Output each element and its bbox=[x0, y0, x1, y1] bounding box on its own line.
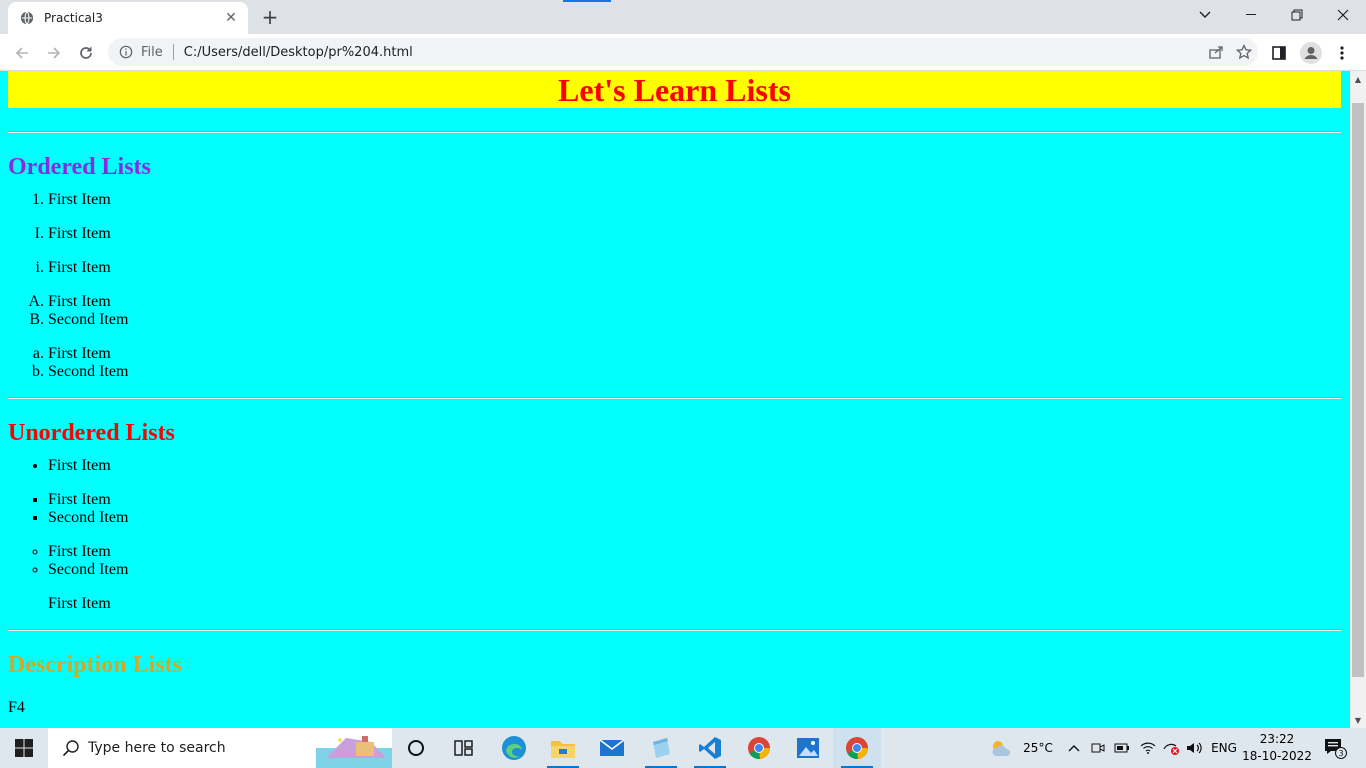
photos-icon[interactable] bbox=[784, 728, 832, 768]
page-viewport: Let's Learn Lists Ordered Lists First It… bbox=[0, 71, 1350, 728]
minimize-icon[interactable] bbox=[1228, 0, 1274, 30]
notification-center-icon[interactable]: 3 bbox=[1318, 728, 1352, 768]
close-window-icon[interactable] bbox=[1320, 0, 1366, 30]
tab-search-indicator bbox=[563, 0, 611, 2]
windows-start-icon[interactable] bbox=[0, 728, 48, 768]
scroll-up-arrow-icon[interactable]: ▲ bbox=[1350, 71, 1366, 87]
ordered-list-numeric: First Item bbox=[8, 191, 1341, 209]
chrome-icon[interactable] bbox=[735, 728, 783, 768]
ordered-list-lower-alpha: First Item Second Item bbox=[8, 345, 1341, 381]
restore-icon[interactable] bbox=[1274, 0, 1320, 30]
search-placeholder: Type here to search bbox=[88, 740, 226, 756]
chrome-active-icon[interactable] bbox=[833, 728, 881, 768]
ordered-list-lower-roman: First Item bbox=[8, 259, 1341, 277]
close-tab-icon[interactable]: ✕ bbox=[222, 9, 240, 27]
tab-search-chevron-icon[interactable] bbox=[1182, 0, 1228, 30]
ordered-lists-heading: Ordered Lists bbox=[8, 154, 151, 180]
cortana-icon[interactable] bbox=[392, 728, 440, 768]
input-language[interactable]: ENG bbox=[1208, 728, 1240, 768]
more-menu-icon[interactable] bbox=[1328, 39, 1356, 67]
unordered-list-circle: First Item Second Item bbox=[8, 543, 1341, 579]
list-item: First Item bbox=[48, 259, 1341, 277]
weather-icon[interactable] bbox=[986, 728, 1018, 768]
page-content: Let's Learn Lists Ordered Lists First It… bbox=[8, 71, 1341, 717]
list-item: First Item bbox=[48, 491, 1341, 509]
list-item: Second Item bbox=[48, 509, 1341, 527]
address-bar[interactable]: File C:/Users/dell/Desktop/pr%204.html bbox=[108, 38, 1258, 66]
profile-avatar-icon[interactable] bbox=[1297, 39, 1325, 67]
info-icon[interactable] bbox=[119, 45, 133, 59]
edge-icon[interactable] bbox=[490, 728, 538, 768]
bookmark-star-icon[interactable] bbox=[1230, 38, 1258, 66]
system-clock[interactable]: 23:22 18-10-2022 bbox=[1240, 728, 1314, 768]
page-title: Let's Learn Lists bbox=[8, 71, 1341, 108]
list-item: Second Item bbox=[48, 363, 1341, 381]
browser-tab[interactable]: Practical3 ✕ bbox=[8, 2, 248, 34]
unordered-list-none: First Item bbox=[8, 595, 1341, 613]
unordered-lists-heading: Unordered Lists bbox=[8, 420, 175, 446]
notification-count-badge: 3 bbox=[1338, 749, 1343, 758]
url-text[interactable]: C:/Users/dell/Desktop/pr%204.html bbox=[184, 45, 1202, 60]
description-term: F4 bbox=[8, 699, 25, 716]
scroll-down-arrow-icon[interactable]: ▼ bbox=[1350, 712, 1366, 728]
volume-icon[interactable] bbox=[1184, 728, 1206, 768]
new-tab-button[interactable]: + bbox=[258, 5, 282, 29]
side-panel-icon[interactable] bbox=[1265, 39, 1293, 67]
search-highlight-illustration-icon bbox=[316, 736, 392, 768]
weather-temperature[interactable]: 25°C bbox=[1018, 728, 1058, 768]
scrollbar-thumb[interactable] bbox=[1352, 103, 1364, 677]
tab-strip: Practical3 ✕ + bbox=[0, 0, 1366, 34]
list-item: First Item bbox=[48, 457, 1341, 475]
file-explorer-icon[interactable] bbox=[539, 728, 587, 768]
list-item: Second Item bbox=[48, 311, 1341, 329]
reload-icon[interactable] bbox=[72, 39, 100, 67]
list-item: First Item bbox=[48, 543, 1341, 561]
ordered-list-upper-roman: First Item bbox=[8, 225, 1341, 243]
battery-icon[interactable] bbox=[1112, 728, 1132, 768]
notepad-icon[interactable] bbox=[637, 728, 685, 768]
list-item: First Item bbox=[48, 293, 1341, 311]
tab-title: Practical3 bbox=[44, 11, 103, 25]
browser-toolbar: File C:/Users/dell/Desktop/pr%204.html bbox=[0, 34, 1366, 71]
scheme-separator bbox=[172, 44, 174, 60]
taskbar-search-box[interactable]: Type here to search bbox=[48, 728, 392, 768]
forward-arrow-icon[interactable] bbox=[40, 39, 68, 67]
meet-now-icon[interactable] bbox=[1088, 728, 1108, 768]
network-error-icon[interactable] bbox=[1160, 728, 1182, 768]
globe-icon bbox=[20, 11, 34, 25]
clock-date: 18-10-2022 bbox=[1242, 749, 1312, 763]
task-view-icon[interactable] bbox=[440, 728, 488, 768]
description-lists-heading: Description Lists bbox=[8, 652, 182, 678]
wifi-icon[interactable] bbox=[1137, 728, 1159, 768]
unordered-list-square: First Item Second Item bbox=[8, 491, 1341, 527]
list-item: First Item bbox=[48, 345, 1341, 363]
vscode-icon[interactable] bbox=[686, 728, 734, 768]
ordered-list-upper-alpha: First Item Second Item bbox=[8, 293, 1341, 329]
mail-icon[interactable] bbox=[588, 728, 636, 768]
unordered-list-disc: First Item bbox=[8, 457, 1341, 475]
back-arrow-icon[interactable] bbox=[8, 39, 36, 67]
url-scheme: File bbox=[141, 44, 163, 60]
vertical-scrollbar[interactable]: ▲ ▼ bbox=[1350, 71, 1366, 728]
show-hidden-icons-chevron-icon[interactable] bbox=[1064, 728, 1084, 768]
list-item: Second Item bbox=[48, 561, 1341, 579]
list-item: First Item bbox=[48, 595, 111, 612]
list-item: First Item bbox=[48, 191, 1341, 209]
share-icon[interactable] bbox=[1202, 38, 1230, 66]
clock-time: 23:22 bbox=[1259, 732, 1295, 746]
taskbar: Type here to search 25°C ENG 23:22 18-10… bbox=[0, 728, 1366, 768]
search-icon bbox=[62, 740, 79, 757]
list-item: First Item bbox=[48, 225, 1341, 243]
